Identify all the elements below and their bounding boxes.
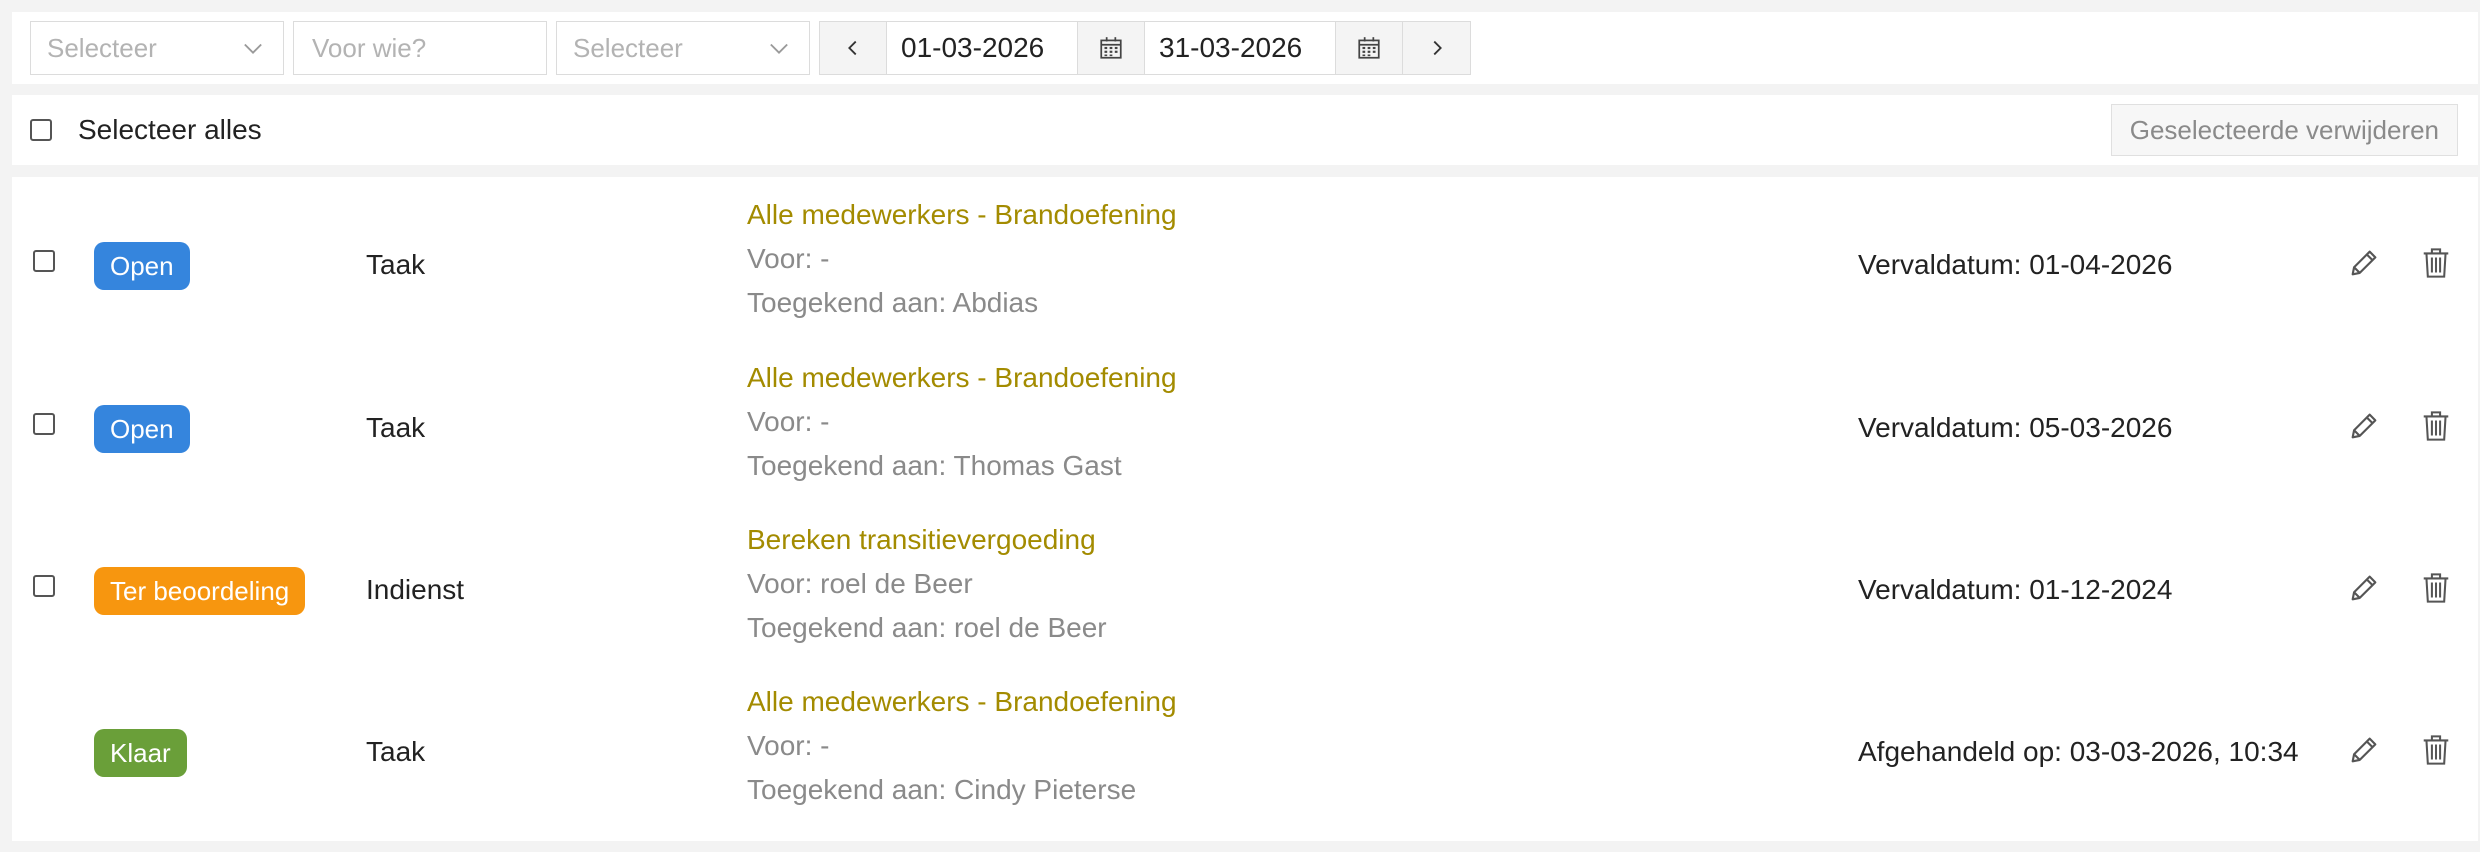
task-title[interactable]: Alle medewerkers - Brandoefening bbox=[747, 193, 1177, 237]
task-row: Open Taak Alle medewerkers - Brandoefeni… bbox=[12, 177, 2478, 339]
chevron-left-icon bbox=[848, 40, 857, 56]
delete-button[interactable] bbox=[2416, 730, 2456, 770]
pencil-icon bbox=[2351, 413, 2377, 439]
chevron-right-icon bbox=[1433, 40, 1442, 56]
row-checkbox[interactable] bbox=[33, 413, 55, 435]
delete-button[interactable] bbox=[2416, 406, 2456, 446]
calendar-icon bbox=[1358, 37, 1380, 59]
date-from-input[interactable]: 01-03-2026 bbox=[887, 21, 1077, 75]
trash-icon bbox=[2423, 735, 2449, 765]
task-info: Alle medewerkers - Brandoefening Voor: -… bbox=[747, 193, 1177, 325]
task-type: Indienst bbox=[366, 574, 465, 605]
task-info: Alle medewerkers - Brandoefening Voor: -… bbox=[747, 356, 1177, 488]
task-row: Ter beoordeling Indienst Bereken transit… bbox=[12, 502, 2478, 664]
bulk-actions-bar: Selecteer alles Geselecteerde verwijdere… bbox=[12, 95, 2478, 165]
filter-toolbar: Selecteer Selecteer 01-03-2026 bbox=[12, 12, 2478, 84]
select-filter-1[interactable]: Selecteer bbox=[30, 21, 284, 75]
edit-button[interactable] bbox=[2344, 730, 2384, 770]
task-assigned: Toegekend aan: Abdias bbox=[747, 287, 1039, 318]
select-filter-2[interactable]: Selecteer bbox=[556, 21, 810, 75]
task-date: Vervaldatum: 05-03-2026 bbox=[1858, 412, 2173, 443]
date-range: 01-03-2026 31-03-2026 bbox=[819, 21, 1471, 75]
status-badge: Open bbox=[94, 405, 190, 453]
task-type: Taak bbox=[366, 736, 426, 767]
task-info: Alle medewerkers - Brandoefening Voor: -… bbox=[747, 680, 1177, 812]
task-list: Open Taak Alle medewerkers - Brandoefeni… bbox=[12, 177, 2478, 841]
trash-icon bbox=[2423, 573, 2449, 603]
select-filter-1-placeholder: Selecteer bbox=[47, 32, 157, 63]
task-for: Voor: - bbox=[747, 730, 830, 761]
select-filter-2-placeholder: Selecteer bbox=[573, 32, 683, 63]
task-date: Vervaldatum: 01-12-2024 bbox=[1858, 574, 2173, 605]
row-checkbox[interactable] bbox=[33, 575, 55, 597]
edit-button[interactable] bbox=[2344, 568, 2384, 608]
pencil-icon bbox=[2351, 250, 2377, 276]
task-for: Voor: roel de Beer bbox=[747, 568, 973, 599]
pencil-icon bbox=[2351, 737, 2377, 763]
task-list-page: Selecteer Selecteer 01-03-2026 bbox=[0, 0, 2480, 852]
date-to-calendar-button[interactable] bbox=[1335, 21, 1403, 75]
task-title[interactable]: Alle medewerkers - Brandoefening bbox=[747, 680, 1177, 724]
date-to-input[interactable]: 31-03-2026 bbox=[1145, 21, 1335, 75]
task-title[interactable]: Bereken transitievergoeding bbox=[747, 518, 1107, 562]
task-assigned: Toegekend aan: roel de Beer bbox=[747, 612, 1107, 643]
task-info: Bereken transitievergoeding Voor: roel d… bbox=[747, 518, 1107, 650]
for-whom-field[interactable] bbox=[293, 21, 547, 75]
calendar-icon bbox=[1100, 37, 1122, 59]
for-whom-input[interactable] bbox=[310, 31, 530, 65]
task-date: Vervaldatum: 01-04-2026 bbox=[1858, 249, 2173, 280]
delete-button[interactable] bbox=[2416, 243, 2456, 283]
chevron-down-icon bbox=[244, 43, 262, 54]
task-row: Open Taak Alle medewerkers - Brandoefeni… bbox=[12, 340, 2478, 502]
task-for: Voor: - bbox=[747, 406, 830, 437]
task-type: Taak bbox=[366, 412, 426, 443]
task-type: Taak bbox=[366, 249, 426, 280]
delete-button[interactable] bbox=[2416, 568, 2456, 608]
task-row: Klaar Taak Alle medewerkers - Brandoefen… bbox=[12, 664, 2478, 826]
status-badge: Open bbox=[94, 242, 190, 290]
task-assigned: Toegekend aan: Thomas Gast bbox=[747, 450, 1122, 481]
select-all-checkbox[interactable] bbox=[30, 119, 52, 141]
task-date: Afgehandeld op: 03-03-2026, 10:34 bbox=[1858, 736, 2299, 767]
edit-button[interactable] bbox=[2344, 243, 2384, 283]
task-title[interactable]: Alle medewerkers - Brandoefening bbox=[747, 356, 1177, 400]
trash-icon bbox=[2423, 248, 2449, 278]
next-period-button[interactable] bbox=[1403, 21, 1471, 75]
task-assigned: Toegekend aan: Cindy Pieterse bbox=[747, 774, 1137, 805]
prev-period-button[interactable] bbox=[819, 21, 887, 75]
task-for: Voor: - bbox=[747, 243, 830, 274]
select-all-label[interactable]: Selecteer alles bbox=[78, 114, 262, 146]
date-from-calendar-button[interactable] bbox=[1077, 21, 1145, 75]
trash-icon bbox=[2423, 411, 2449, 441]
edit-button[interactable] bbox=[2344, 406, 2384, 446]
status-badge: Ter beoordeling bbox=[94, 567, 306, 615]
chevron-down-icon bbox=[770, 43, 788, 54]
pencil-icon bbox=[2351, 575, 2377, 601]
row-checkbox[interactable] bbox=[33, 250, 55, 272]
delete-selected-button[interactable]: Geselecteerde verwijderen bbox=[2110, 104, 2458, 156]
status-badge: Klaar bbox=[94, 729, 187, 777]
